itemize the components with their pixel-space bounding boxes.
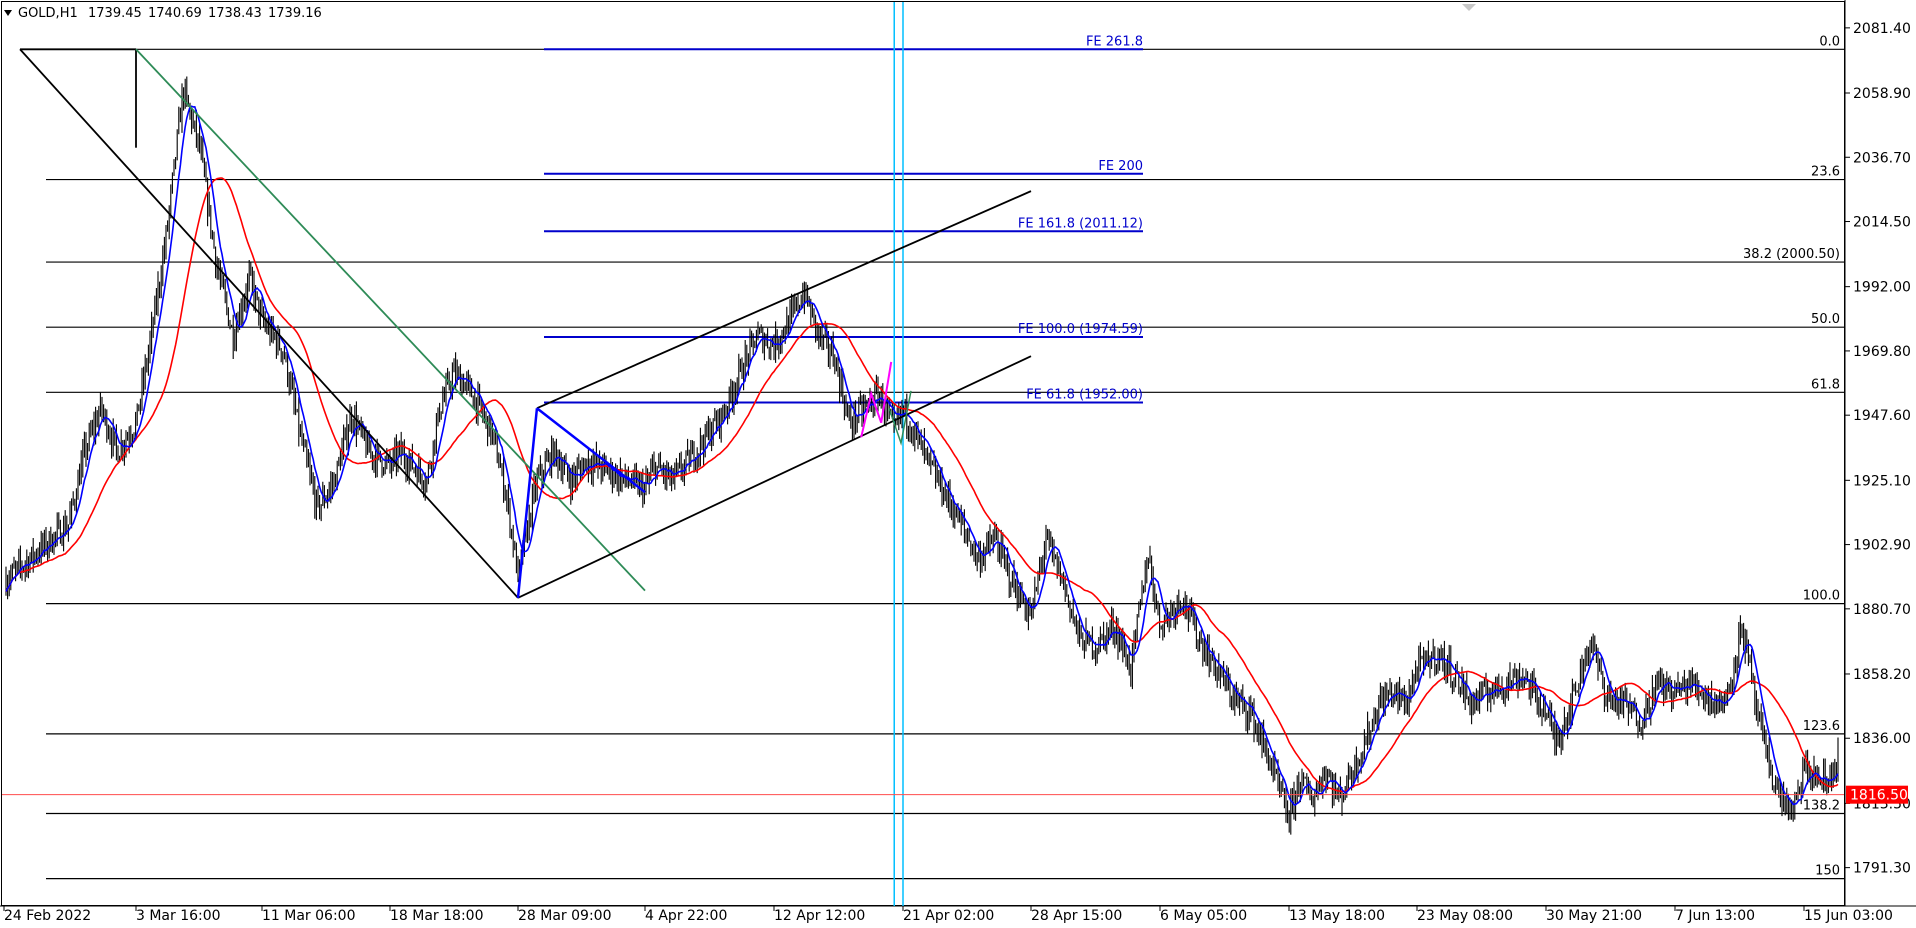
price-tick-label: 1880.70 (1853, 602, 1911, 618)
time-tick-label: 23 May 08:00 (1417, 908, 1513, 924)
current-price-label: 1816.50 (1850, 788, 1908, 804)
fib-level-label: 38.2 (2000.50) (1743, 247, 1840, 262)
time-tick-label: 28 Apr 15:00 (1031, 908, 1122, 924)
fe-level-label: FE 61.8 (1952.00) (1026, 387, 1143, 402)
price-tick-label: 2058.90 (1853, 86, 1911, 102)
time-tick-label: 21 Apr 02:00 (903, 908, 994, 924)
price-tick-label: 1791.30 (1853, 861, 1911, 877)
price-tick-label: 2081.40 (1853, 21, 1911, 37)
time-tick-label: 24 Feb 2022 (4, 908, 91, 924)
price-tick-label: 1925.10 (1853, 473, 1911, 489)
time-tick-label: 4 Apr 22:00 (645, 908, 727, 924)
price-tick-label: 1969.80 (1853, 344, 1911, 360)
fib-level-label: 123.6 (1803, 719, 1840, 734)
fib-level-label: 23.6 (1811, 165, 1840, 180)
time-tick-label: 18 Mar 18:00 (390, 908, 483, 924)
symbol-label: GOLD,H1 (18, 6, 78, 21)
time-tick-label: 15 Jun 03:00 (1804, 908, 1893, 924)
price-tick-label: 1902.90 (1853, 538, 1911, 554)
fib-level-label: 100.0 (1803, 589, 1840, 604)
time-tick-label: 6 May 05:00 (1160, 908, 1247, 924)
time-axis[interactable]: 24 Feb 2022 3 Mar 16:00 11 Mar 06:00 18 Mar… (3, 906, 1893, 924)
chart-header: GOLD,H1 1739.45 1740.69 1738.43 1739.16 (4, 6, 322, 21)
fib-level-label: 138.2 (1803, 799, 1840, 814)
time-tick-label: 12 Apr 12:00 (774, 908, 865, 924)
fib-level-label: 50.0 (1811, 312, 1840, 327)
time-tick-label: 13 May 18:00 (1289, 908, 1385, 924)
ohlc-open: 1739.45 (88, 6, 142, 21)
fe-level-label: FE 200 (1098, 159, 1143, 174)
fib-level-label: 61.8 (1811, 377, 1840, 392)
fe-level-label: FE 261.8 (1086, 34, 1143, 49)
ohlc-low: 1738.43 (208, 6, 262, 21)
fib-level-label: 150 (1815, 864, 1840, 879)
ohlc-high: 1740.69 (148, 6, 202, 21)
time-tick-label: 7 Jun 13:00 (1675, 908, 1755, 924)
price-chart[interactable]: 0.0 23.6 38.2 (2000.50) 50.0 61.8 100.0 123.6 1… (0, 0, 1916, 924)
time-tick-label: 11 Mar 06:00 (262, 908, 355, 924)
time-tick-label: 28 Mar 09:00 (518, 908, 611, 924)
fib-level-label: 0.0 (1819, 34, 1840, 49)
price-tick-label: 1947.60 (1853, 408, 1911, 424)
fe-level-label: FE 100.0 (1974.59) (1018, 322, 1143, 337)
fe-level-label: FE 161.8 (2011.12) (1018, 216, 1143, 231)
ohlc-close: 1739.16 (268, 6, 322, 21)
price-tick-label: 1992.00 (1853, 280, 1911, 296)
price-tick-label: 2036.70 (1853, 150, 1911, 166)
time-tick-label: 30 May 21:00 (1546, 908, 1642, 924)
price-tick-label: 1836.00 (1853, 731, 1911, 747)
time-tick-label: 3 Mar 16:00 (136, 908, 221, 924)
price-tick-label: 2014.50 (1853, 215, 1911, 231)
chart-window[interactable]: 0.0 23.6 38.2 (2000.50) 50.0 61.8 100.0 123.6 1… (0, 0, 1916, 924)
price-tick-label: 1858.20 (1853, 667, 1911, 683)
